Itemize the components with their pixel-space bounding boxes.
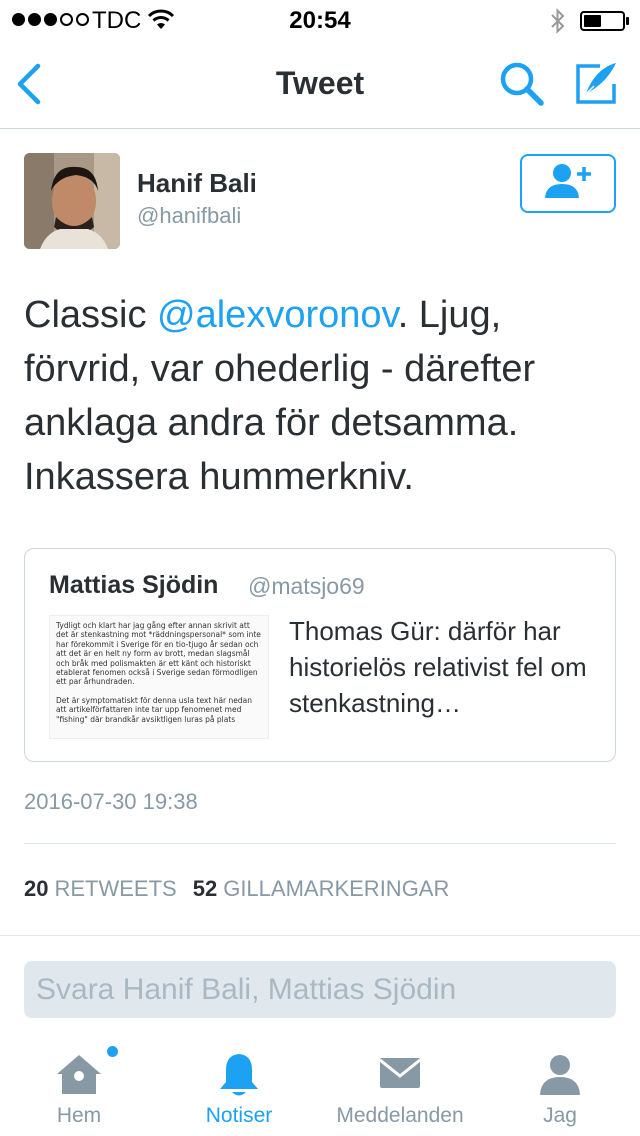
add-user-icon (544, 162, 592, 205)
retweets-count[interactable]: 20 (24, 876, 48, 902)
battery-icon (580, 11, 630, 31)
bluetooth-icon (550, 7, 566, 40)
tab-home[interactable]: Hem (0, 1040, 158, 1136)
tweet-stats: 20 RETWEETS 52 GILLAMARKERINGAR (24, 876, 449, 902)
avatar[interactable] (24, 153, 120, 249)
tweet-text-prefix: Classic (24, 294, 158, 336)
author-handle[interactable]: @hanifbali (137, 203, 241, 229)
tab-notifications[interactable]: Notiser (158, 1040, 320, 1136)
quoted-tweet-text: Thomas Gür: därför har historielös relat… (289, 616, 587, 718)
quoted-tweet-card[interactable]: Mattias Sjödin @matsjo69 Tydligt och kla… (24, 548, 616, 762)
quoted-author-name: Mattias Sjödin (49, 571, 219, 599)
tab-messages[interactable]: Meddelanden (320, 1040, 480, 1136)
status-bar: TDC 20:54 (0, 0, 640, 40)
quoted-tweet-image: Tydligt och klart har jag gång efter ann… (49, 615, 269, 739)
divider (24, 843, 616, 844)
person-icon (538, 1052, 582, 1101)
quoted-image-text: Tydligt och klart har jag gång efter ann… (56, 621, 261, 687)
tab-bar: Hem Notiser Meddelanden Jag (0, 1040, 640, 1136)
status-time: 20:54 (289, 7, 351, 34)
likes-count[interactable]: 52 (193, 876, 217, 902)
navigation-bar: Tweet (0, 40, 640, 129)
tab-label: Notiser (205, 1104, 273, 1127)
author-name[interactable]: Hanif Bali (137, 168, 257, 199)
compose-icon[interactable] (572, 60, 620, 113)
notification-dot (107, 1046, 118, 1057)
follow-button[interactable] (520, 154, 616, 213)
quoted-image-text: Det är symptomatiskt för denna usla text… (56, 695, 252, 724)
tab-label: Jag (543, 1104, 577, 1127)
search-icon[interactable] (498, 60, 546, 113)
bell-icon (217, 1052, 261, 1103)
tab-profile[interactable]: Jag (480, 1040, 640, 1136)
mention-link[interactable]: @alexvoronov (157, 294, 398, 336)
tab-label: Meddelanden (336, 1104, 464, 1127)
reply-input[interactable]: Svara Hanif Bali, Mattias Sjödin (24, 961, 616, 1018)
tweet-timestamp: 2016-07-30 19:38 (24, 789, 198, 814)
retweets-label[interactable]: RETWEETS (54, 876, 176, 902)
envelope-icon (378, 1052, 422, 1101)
home-icon (54, 1046, 118, 1101)
divider (0, 935, 640, 936)
quoted-author-handle: @matsjo69 (248, 573, 365, 599)
likes-label[interactable]: GILLAMARKERINGAR (223, 876, 449, 902)
tab-label: Hem (56, 1104, 102, 1127)
tweet-text: Classic @alexvoronov. Ljug, förvrid, var… (24, 288, 620, 504)
